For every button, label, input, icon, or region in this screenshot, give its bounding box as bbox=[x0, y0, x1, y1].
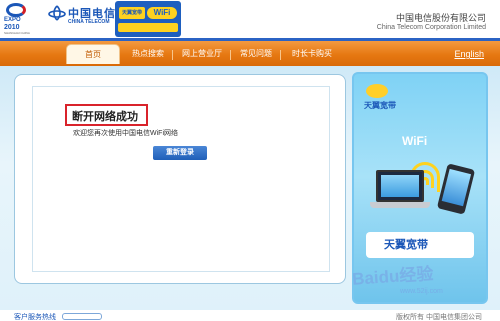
copyright-text: 版权所有 中国电信集团公司 bbox=[396, 314, 482, 321]
wifi-logo-cn: 天翼宽带 bbox=[119, 7, 145, 19]
hotline-number-icon bbox=[62, 313, 102, 320]
wifi-logo-en: WiFi bbox=[147, 7, 177, 19]
wifi-logo-icon: 天翼宽带 WiFi bbox=[115, 1, 181, 37]
tab-online-hall[interactable]: 网上营业厅 bbox=[176, 46, 228, 62]
ct-logo-en: CHINA TELECOM bbox=[68, 19, 110, 25]
page-title: 断开网络成功 bbox=[72, 111, 138, 123]
hotline-label: 客户服务热线 bbox=[14, 314, 56, 321]
expo-logo-line3: SHANGHAI CHINA bbox=[4, 31, 30, 35]
tab-faq[interactable]: 常见问题 bbox=[234, 46, 278, 62]
ad-wifi-label: WiFi bbox=[402, 134, 428, 148]
laptop-icon bbox=[370, 170, 430, 210]
china-telecom-logo-icon bbox=[48, 5, 66, 21]
page-header: EXPO 2010 SHANGHAI CHINA 中国电信 CHINA TELE… bbox=[0, 0, 500, 38]
ad-banner-text: 天翼宽带 bbox=[384, 239, 428, 251]
expo-logo-line1: EXPO bbox=[4, 17, 21, 23]
main-panel bbox=[14, 74, 346, 284]
tab-home[interactable]: 首页 bbox=[66, 44, 120, 64]
corp-name-en: China Telecom Corporation Limited bbox=[376, 24, 486, 31]
ad-brand: 天翼宽带 bbox=[364, 101, 396, 110]
corp-name-cn: 中国电信股份有限公司 bbox=[395, 13, 486, 23]
tab-time-card[interactable]: 时长卡购买 bbox=[284, 46, 340, 62]
english-link[interactable]: English bbox=[454, 46, 484, 62]
main-nav: 首页 热点搜索 网上营业厅 常见问题 时长卡购买 English bbox=[0, 38, 500, 66]
expo-logo-icon: EXPO 2010 SHANGHAI CHINA bbox=[4, 3, 30, 35]
phone-icon bbox=[436, 163, 476, 215]
nav-divider bbox=[172, 50, 173, 60]
relogin-button[interactable]: 重新登录 bbox=[153, 146, 207, 160]
nav-divider bbox=[230, 50, 231, 60]
tab-hotspot-search[interactable]: 热点搜索 bbox=[126, 46, 170, 62]
nav-divider bbox=[280, 50, 281, 60]
watermark-url: www.52ij.com bbox=[400, 288, 443, 295]
china-telecom-logo[interactable]: 中国电信 CHINA TELECOM bbox=[48, 4, 115, 36]
expo-logo-line2: 2010 bbox=[4, 24, 20, 31]
cloud-icon bbox=[366, 84, 388, 98]
welcome-message: 欢迎您再次使用中国电信WiFi网络 bbox=[73, 130, 178, 137]
